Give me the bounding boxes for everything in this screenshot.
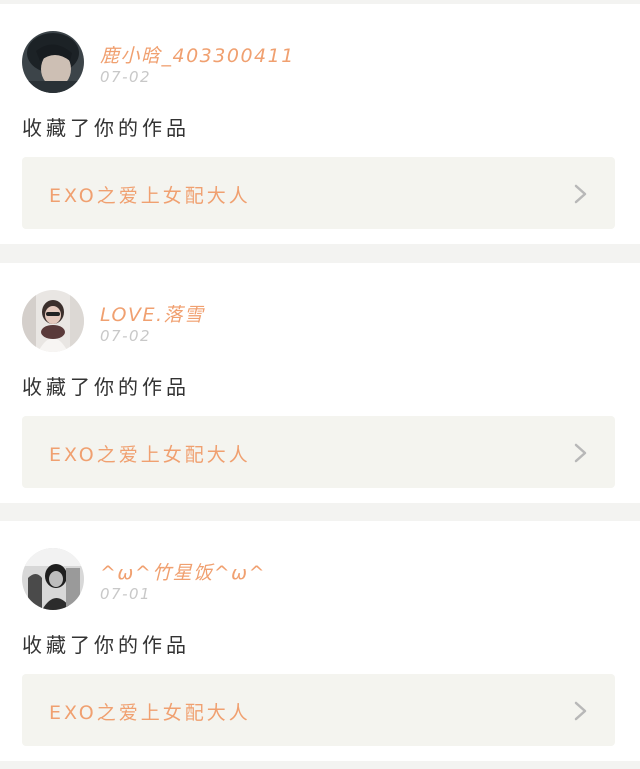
work-link-button[interactable]: EXO之爱上女配大人 [22, 674, 615, 746]
username-link[interactable]: LOVE.落雪 [100, 300, 205, 327]
action-text: 收藏了你的作品 [22, 116, 190, 140]
user-avatar-icon[interactable] [22, 290, 84, 352]
work-title: EXO之爱上女配大人 [49, 185, 251, 207]
work-title: EXO之爱上女配大人 [49, 444, 251, 466]
user-avatar-icon[interactable] [22, 31, 84, 93]
work-link-button[interactable]: EXO之爱上女配大人 [22, 157, 615, 229]
timestamp: 07-02 [100, 68, 152, 86]
action-text: 收藏了你的作品 [22, 633, 190, 657]
notification-card: LOVE.落雪 07-02 收藏了你的作品 EXO之爱上女配大人 [0, 263, 640, 503]
username-link[interactable]: ^ω^竹星饭^ω^ [100, 558, 266, 585]
action-text: 收藏了你的作品 [22, 375, 190, 399]
username-link[interactable]: 鹿小晗_403300411 [100, 41, 295, 68]
timestamp: 07-02 [100, 327, 152, 345]
notification-card: 鹿小晗_403300411 07-02 收藏了你的作品 EXO之爱上女配大人 [0, 4, 640, 244]
work-link-button[interactable]: EXO之爱上女配大人 [22, 416, 615, 488]
chevron-right-icon [574, 443, 587, 463]
work-title: EXO之爱上女配大人 [49, 702, 251, 724]
notification-card: ^ω^竹星饭^ω^ 07-01 收藏了你的作品 EXO之爱上女配大人 [0, 521, 640, 761]
user-avatar-icon[interactable] [22, 548, 84, 610]
timestamp: 07-01 [100, 585, 152, 603]
chevron-right-icon [574, 701, 587, 721]
chevron-right-icon [574, 184, 587, 204]
